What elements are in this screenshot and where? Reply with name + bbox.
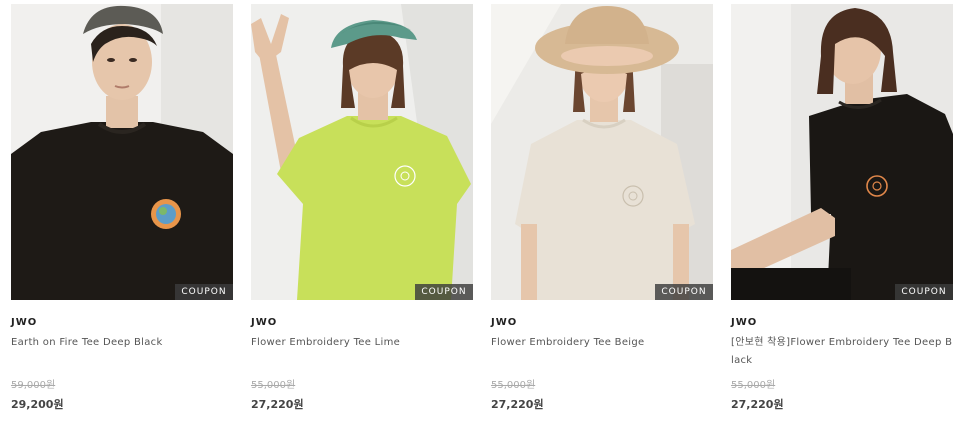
product-image[interactable]: COUPON [731, 4, 953, 300]
coupon-badge: COUPON [895, 284, 953, 300]
product-name[interactable]: Flower Embroidery Tee Beige [491, 334, 713, 352]
original-price: 55,000원 [731, 380, 776, 391]
product-card[interactable]: COUPON JWO Flower Embroidery Tee Beige 5… [491, 4, 713, 424]
sale-price: 27,220원 [491, 398, 544, 411]
product-brand: JWO [251, 317, 278, 328]
product-grid: COUPON JWO Earth on Fire Tee Deep Black … [0, 0, 965, 426]
product-image[interactable]: COUPON [251, 4, 473, 300]
product-name[interactable]: Earth on Fire Tee Deep Black [11, 334, 233, 352]
sale-price: 27,220원 [731, 398, 784, 411]
coupon-badge: COUPON [415, 284, 473, 300]
original-price: 55,000원 [491, 380, 536, 391]
product-image[interactable]: COUPON [11, 4, 233, 300]
product-brand: JWO [491, 317, 518, 328]
product-name[interactable]: Flower Embroidery Tee Lime [251, 334, 473, 352]
original-price: 59,000원 [11, 380, 56, 391]
product-card[interactable]: COUPON JWO Flower Embroidery Tee Lime 55… [251, 4, 473, 424]
product-card[interactable]: COUPON JWO Earth on Fire Tee Deep Black … [11, 4, 233, 424]
product-name[interactable]: [안보현 착용]Flower Embroidery Tee Deep Black [731, 334, 953, 370]
coupon-badge: COUPON [655, 284, 713, 300]
product-brand: JWO [11, 317, 38, 328]
original-price: 55,000원 [251, 380, 296, 391]
product-brand: JWO [731, 317, 758, 328]
product-image[interactable]: COUPON [491, 4, 713, 300]
product-card[interactable]: COUPON JWO [안보현 착용]Flower Embroidery Tee… [731, 4, 953, 424]
sale-price: 27,220원 [251, 398, 304, 411]
coupon-badge: COUPON [175, 284, 233, 300]
sale-price: 29,200원 [11, 398, 64, 411]
